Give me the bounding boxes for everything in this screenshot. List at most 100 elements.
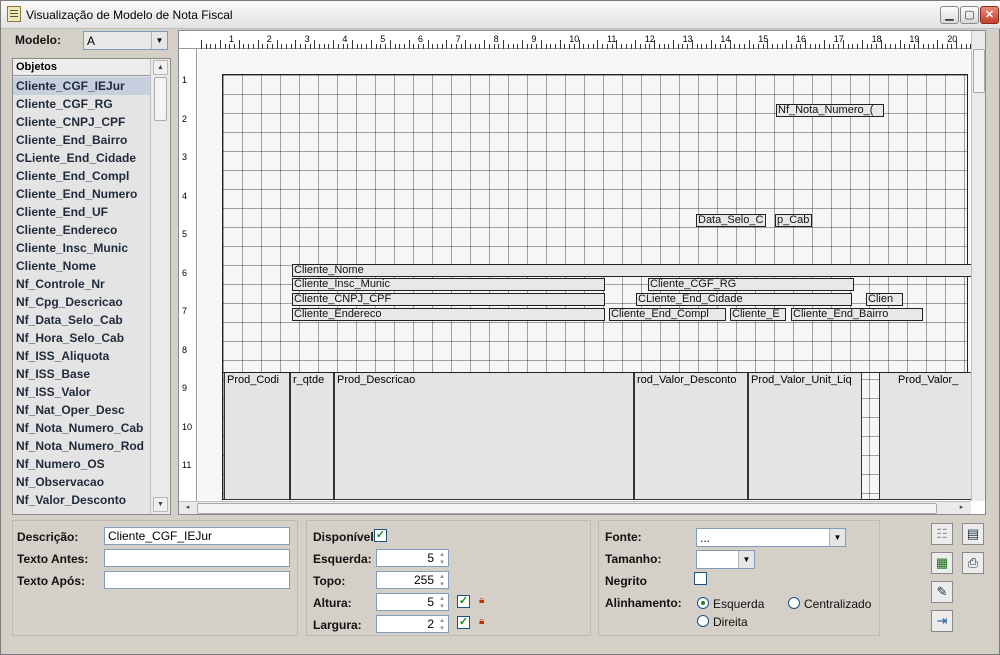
report-column[interactable]: rod_Valor_Desconto <box>634 372 748 500</box>
design-canvas[interactable]: 1 2 3 4 5 6 7 8 9 10 11 12 13 14 15 16 17 18 19 20 12345678… <box>178 30 986 515</box>
scroll-up-icon[interactable]: ▲ <box>153 60 168 75</box>
objects-list[interactable]: Objetos Cliente_CGF_IEJur Cliente_CGF_RG C… <box>12 58 171 515</box>
chevron-down-icon[interactable]: ▼ <box>151 32 167 49</box>
report-field[interactable]: Cliente_Nome <box>292 264 972 277</box>
report-field[interactable]: Data_Selo_C <box>696 214 766 227</box>
descricao-input[interactable]: Cliente_CGF_IEJur <box>104 527 290 545</box>
report-column[interactable]: Prod_Descricao <box>334 372 634 500</box>
minimize-button[interactable]: ▁ <box>940 6 959 24</box>
report-column[interactable]: Prod_Codi <box>224 372 290 500</box>
ruler-tick <box>323 44 325 49</box>
report-column[interactable]: r_qtde <box>290 372 334 500</box>
list-item[interactable]: Nf_Valor_Desconto <box>13 491 150 509</box>
report-column[interactable]: Prod_Valor_Unit_Liq <box>748 372 862 500</box>
largura-stepper[interactable]: 2 <box>376 615 449 633</box>
report-field[interactable]: Cliente_End_Bairro <box>791 308 923 321</box>
radio-centralizado[interactable] <box>788 597 800 609</box>
radio-direita-label[interactable]: Direita <box>713 615 748 629</box>
maximize-button[interactable]: ▢ <box>960 6 979 24</box>
list-item[interactable]: Cliente_End_Compl <box>13 167 150 185</box>
canvas-vscroll[interactable] <box>971 31 985 501</box>
edit-document-icon[interactable]: ✎ <box>931 581 953 603</box>
report-field[interactable]: Nf_Nota_Numero_( <box>776 104 884 117</box>
list-item[interactable]: Cliente_End_Bairro <box>13 131 150 149</box>
canvas-hthumb[interactable] <box>197 503 937 514</box>
printer-icon[interactable]: ⎙ <box>962 552 984 574</box>
largura-lock-checkbox[interactable]: ✓ <box>457 616 470 629</box>
scroll-down-icon[interactable]: ▼ <box>153 497 168 512</box>
radio-esquerda[interactable] <box>697 597 709 609</box>
list-item[interactable]: Cliente_Insc_Munic <box>13 239 150 257</box>
list-item[interactable]: Nf_Observacao <box>13 473 150 491</box>
list-item[interactable]: Nf_Data_Selo_Cab <box>13 311 150 329</box>
ruler-tick <box>923 44 925 49</box>
fonte-select[interactable]: ... ▼ <box>696 528 846 547</box>
report-field[interactable]: Cliente_Endereco <box>292 308 605 321</box>
topo-stepper[interactable]: 255 <box>376 571 449 589</box>
report-column[interactable]: Prod_Valor_ <box>879 372 985 500</box>
list-item[interactable]: Nf_Numero_OS <box>13 455 150 473</box>
report-field[interactable]: CLiente_End_Cidade <box>636 293 852 306</box>
ruler-tick <box>271 44 273 49</box>
tree-view-icon[interactable]: ☷ <box>931 523 953 545</box>
radio-esquerda-label[interactable]: Esquerda <box>713 597 764 611</box>
list-item[interactable]: CLiente_End_Cidade <box>13 149 150 167</box>
report-field[interactable]: Cliente_Insc_Munic <box>292 278 605 291</box>
list-item[interactable]: Cliente_Nome <box>13 257 150 275</box>
list-item[interactable]: Nf_ISS_Base <box>13 365 150 383</box>
disponivel-checkbox[interactable]: ✓ <box>374 529 387 542</box>
list-item[interactable]: Nf_Cpg_Descricao <box>13 293 150 311</box>
list-item[interactable]: Cliente_Endereco <box>13 221 150 239</box>
list-item[interactable]: Cliente_CNPJ_CPF <box>13 113 150 131</box>
report-field[interactable]: Cliente_End_Compl <box>609 308 726 321</box>
chevron-down-icon[interactable]: ▼ <box>738 551 754 568</box>
canvas-hscroll[interactable]: ◂ ▸ <box>179 501 971 514</box>
ruler-tick <box>857 44 859 49</box>
chevron-down-icon[interactable]: ▼ <box>829 529 845 546</box>
report-field[interactable]: p_Cab <box>775 214 812 227</box>
lock-icon: 🔒︎ <box>479 595 485 606</box>
negrito-checkbox[interactable] <box>694 572 707 585</box>
ruler-tick <box>956 40 958 49</box>
modelo-select[interactable]: A ▼ <box>83 31 168 50</box>
list-item[interactable]: Nf_Hora_Selo_Cab <box>13 329 150 347</box>
ruler-tick <box>781 44 783 49</box>
ruler-tick <box>904 44 906 49</box>
notes-icon[interactable]: ▤ <box>962 523 984 545</box>
ruler-tick <box>696 44 698 49</box>
altura-lock-checkbox[interactable]: ✓ <box>457 595 470 608</box>
list-item[interactable]: Cliente_CGF_IEJur <box>13 77 150 95</box>
list-item[interactable]: Cliente_CGF_RG <box>13 95 150 113</box>
list-item[interactable]: Nf_Nat_Oper_Desc <box>13 401 150 419</box>
report-field[interactable]: Cliente_CGF_RG <box>648 278 854 291</box>
list-item[interactable]: Cliente_End_Numero <box>13 185 150 203</box>
grid-table-icon[interactable]: ▦ <box>931 552 953 574</box>
radio-direita[interactable] <box>697 615 709 627</box>
texto-antes-input[interactable] <box>104 549 290 567</box>
report-field[interactable]: Cliente_CNPJ_CPF <box>292 293 605 306</box>
ruler-tick <box>403 44 405 49</box>
scroll-thumb[interactable] <box>154 77 167 121</box>
ruler-tick-label: 4 <box>182 190 188 201</box>
report-field[interactable]: Clien <box>866 293 903 306</box>
list-item[interactable]: Nf_Nota_Numero_Cab <box>13 419 150 437</box>
ruler-tick <box>545 44 547 49</box>
texto-apos-input[interactable] <box>104 571 290 589</box>
list-item[interactable]: Nf_Controle_Nr <box>13 275 150 293</box>
list-item[interactable]: Nf_Nota_Numero_Rod <box>13 437 150 455</box>
radio-centralizado-label[interactable]: Centralizado <box>804 597 871 611</box>
canvas-vthumb[interactable] <box>973 49 985 93</box>
ruler-tick <box>942 44 944 49</box>
list-item[interactable]: Cliente_End_UF <box>13 203 150 221</box>
list-item[interactable]: Nf_ISS_Aliquota <box>13 347 150 365</box>
exit-door-icon[interactable]: ⇥ <box>931 610 953 632</box>
altura-stepper[interactable]: 5 <box>376 593 449 611</box>
esquerda-stepper[interactable]: 5 <box>376 549 449 567</box>
tamanho-select[interactable]: ▼ <box>696 550 755 569</box>
list-item[interactable]: Nf_ISS_Valor <box>13 383 150 401</box>
objects-scrollbar[interactable]: ▲ ▼ <box>150 59 170 514</box>
report-field[interactable]: Cliente_E <box>730 308 786 321</box>
scroll-left-icon[interactable]: ◂ <box>180 501 195 514</box>
close-button[interactable]: ✕ <box>980 6 999 24</box>
scroll-right-icon[interactable]: ▸ <box>954 501 969 514</box>
